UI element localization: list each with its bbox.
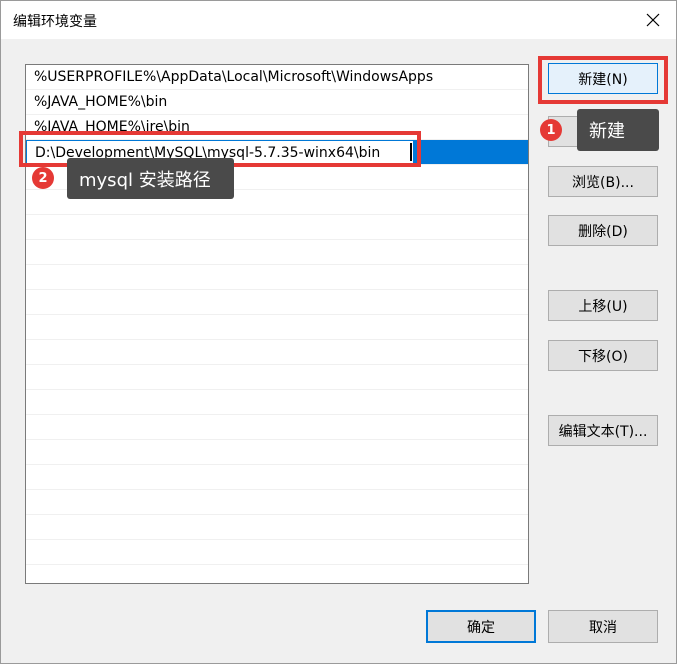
list-item[interactable] <box>26 215 528 240</box>
list-item[interactable] <box>26 365 528 390</box>
edit-text-button[interactable]: 编辑文本(T)... <box>548 415 658 446</box>
list-item[interactable] <box>26 490 528 515</box>
dialog-title: 编辑环境变量 <box>13 14 97 30</box>
list-item[interactable] <box>26 290 528 315</box>
text-caret <box>410 143 412 161</box>
list-item[interactable] <box>26 565 528 583</box>
move-down-button[interactable]: 下移(O) <box>548 340 658 371</box>
path-list[interactable]: %USERPROFILE%\AppData\Local\Microsoft\Wi… <box>25 64 529 584</box>
edit-environment-variable-dialog: 编辑环境变量 %USERPROFILE%\AppData\Local\Micro… <box>0 0 677 664</box>
list-item[interactable]: %USERPROFILE%\AppData\Local\Microsoft\Wi… <box>26 65 528 90</box>
list-item[interactable] <box>26 340 528 365</box>
browse-button[interactable]: 浏览(B)... <box>548 166 658 197</box>
list-item[interactable] <box>26 315 528 340</box>
list-item[interactable] <box>26 415 528 440</box>
list-item[interactable] <box>26 465 528 490</box>
callout-new: 新建 <box>577 109 659 151</box>
close-icon <box>646 13 660 27</box>
list-item[interactable] <box>26 265 528 290</box>
list-item[interactable]: %JAVA_HOME%\jre\bin <box>26 115 528 140</box>
move-up-button[interactable]: 上移(U) <box>548 290 658 321</box>
list-item[interactable] <box>26 240 528 265</box>
delete-button[interactable]: 删除(D) <box>548 215 658 246</box>
new-button[interactable]: 新建(N) <box>548 63 658 94</box>
cancel-button[interactable]: 取消 <box>548 610 658 643</box>
list-item[interactable] <box>26 390 528 415</box>
step-marker-1: 1 <box>540 119 562 141</box>
step-marker-2: 2 <box>32 167 54 189</box>
ok-button[interactable]: 确定 <box>426 610 536 643</box>
title-bar: 编辑环境变量 <box>1 1 676 39</box>
list-item[interactable] <box>26 515 528 540</box>
list-item[interactable]: %JAVA_HOME%\bin <box>26 90 528 115</box>
callout-mysql-path: mysql 安装路径 <box>67 158 234 199</box>
close-button[interactable] <box>630 1 676 39</box>
list-item[interactable] <box>26 440 528 465</box>
list-item[interactable] <box>26 540 528 565</box>
